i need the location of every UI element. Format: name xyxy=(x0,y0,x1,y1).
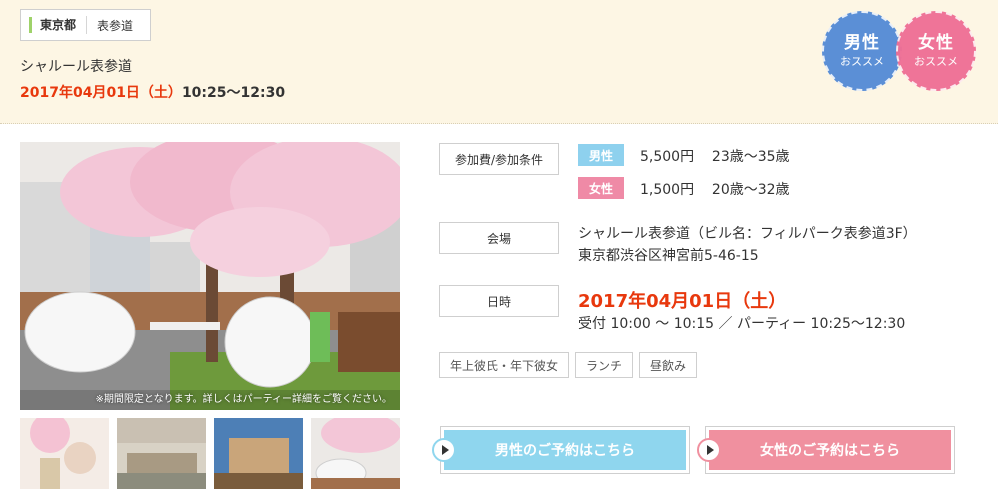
male-reserve-button[interactable]: 男性のご予約はこちら xyxy=(432,427,689,473)
male-age: 23歳〜35歳 xyxy=(711,149,790,165)
rooftop-terrace-image xyxy=(20,142,400,410)
thumbnail-2[interactable] xyxy=(117,418,206,489)
male-recommend-badge: 男性 おススメ xyxy=(822,11,902,91)
photo-caption: ※期間限定となります。詳しくはパーティー詳細をご覧ください。 xyxy=(95,394,392,405)
female-badge-title: 女性 xyxy=(918,33,954,53)
tag-chip-daytime-drinks[interactable]: 昼飲み xyxy=(639,352,697,378)
female-price-row: 1,500円 20歳〜32歳 xyxy=(640,179,790,199)
location-area[interactable]: 表参道 xyxy=(87,17,133,34)
event-date: 2017年04月01日（土） xyxy=(20,85,182,101)
thumbnail-3[interactable] xyxy=(214,418,303,489)
venue-title: シャルール表参道 xyxy=(20,59,132,75)
thumbnail-2-image xyxy=(117,418,206,489)
thumbnail-1-image xyxy=(20,418,109,489)
thumbnail-4-image xyxy=(311,418,400,489)
male-badge-title: 男性 xyxy=(844,33,880,53)
venue-label: 会場 xyxy=(439,222,559,254)
fee-label: 参加費/参加条件 xyxy=(439,143,559,175)
female-reserve-label: 女性のご予約はこちら xyxy=(760,443,900,459)
male-reserve-label: 男性のご予約はこちら xyxy=(495,443,635,459)
event-time: 10:25〜12:30 xyxy=(181,85,286,101)
venue-address: 東京都渋谷区神宮前5-46-15 xyxy=(578,248,759,264)
female-recommend-badge: 女性 おススメ xyxy=(896,11,976,91)
male-tag: 男性 xyxy=(578,144,624,166)
thumbnail-4[interactable] xyxy=(311,418,400,489)
thumbnail-3-image xyxy=(214,418,303,489)
tag-chip-age-gap[interactable]: 年上彼氏・年下彼女 xyxy=(439,352,569,378)
male-price-row: 5,500円 23歳〜35歳 xyxy=(640,146,790,166)
female-price: 1,500円 xyxy=(640,182,695,198)
event-datetime: 2017年04月01日（土）10:25〜12:30 xyxy=(20,82,285,102)
play-arrow-icon xyxy=(432,438,456,462)
event-schedule: 受付 10:00 〜 10:15 ／ パーティー 10:25〜12:30 xyxy=(578,316,906,332)
female-age: 20歳〜32歳 xyxy=(711,182,790,198)
event-header: 東京都 表参道 シャルール表参道 2017年04月01日（土）10:25〜12:… xyxy=(0,0,998,124)
location-box: 東京都 表参道 xyxy=(20,9,151,41)
venue-name: シャルール表参道（ビル名：フィルパーク表参道3F） xyxy=(578,226,917,242)
thumbnail-1[interactable] xyxy=(20,418,109,489)
male-badge-sub: おススメ xyxy=(840,55,884,68)
female-reserve-button[interactable]: 女性のご予約はこちら xyxy=(697,427,954,473)
female-tag: 女性 xyxy=(578,177,624,199)
datetime-label: 日時 xyxy=(439,285,559,317)
main-photo[interactable]: ※期間限定となります。詳しくはパーティー詳細をご覧ください。 xyxy=(20,142,400,410)
female-badge-sub: おススメ xyxy=(914,55,958,68)
event-date-large: 2017年04月01日（土） xyxy=(578,291,787,312)
male-price: 5,500円 xyxy=(640,149,695,165)
tag-chip-lunch[interactable]: ランチ xyxy=(575,352,633,378)
play-arrow-icon xyxy=(697,438,721,462)
thumbnail-strip xyxy=(20,418,400,489)
location-prefecture[interactable]: 東京都 xyxy=(32,16,88,34)
